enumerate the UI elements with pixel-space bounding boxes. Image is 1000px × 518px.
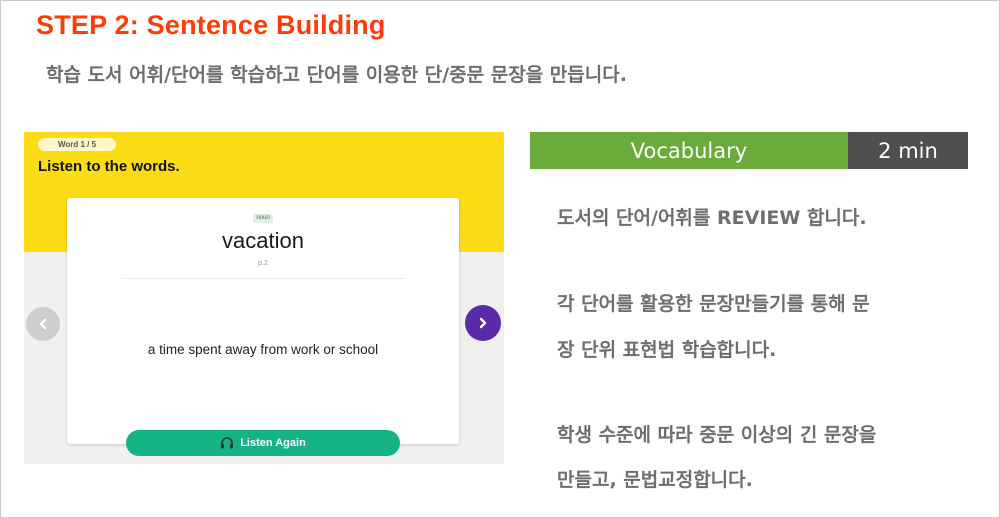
description-line: 학생 수준에 따라 중문 이상의 긴 문장을 bbox=[557, 424, 877, 446]
chevron-right-icon bbox=[477, 314, 489, 333]
vocabulary-label-bar: Vocabulary bbox=[530, 132, 848, 169]
description-line: 도서의 단어/어휘를 REVIEW 합니다. bbox=[557, 207, 867, 229]
flashcard-screenshot: Word 1 / 5 Listen to the words. noun vac… bbox=[24, 132, 504, 464]
page-reference: p.2 bbox=[258, 260, 268, 267]
word-definition: a time spent away from work or school bbox=[147, 342, 379, 357]
listen-again-button[interactable]: Listen Again bbox=[126, 430, 400, 456]
flashcard: noun vacation p.2 a time spent away from… bbox=[67, 198, 459, 444]
word-counter-badge: Word 1 / 5 bbox=[38, 138, 116, 151]
instruction-text: Listen to the words. bbox=[38, 158, 180, 175]
description-line: 각 단어를 활용한 문장만들기를 통해 문 bbox=[557, 293, 870, 315]
headphones-icon bbox=[220, 437, 234, 449]
flashcard-word: vacation bbox=[222, 228, 304, 253]
duration-badge: 2 min bbox=[848, 132, 968, 169]
description-line: 장 단위 표현법 학습합니다. bbox=[557, 339, 777, 361]
step-subtitle: 학습 도서 어휘/단어를 학습하고 단어를 이용한 단/중문 문장을 만듭니다. bbox=[46, 64, 627, 86]
previous-word-button[interactable] bbox=[26, 307, 60, 341]
chevron-left-icon bbox=[37, 315, 49, 334]
card-divider bbox=[121, 278, 405, 279]
next-word-button[interactable] bbox=[465, 305, 501, 341]
part-of-speech-tag: noun bbox=[253, 214, 273, 223]
description-line: 만들고, 문법교정합니다. bbox=[557, 469, 753, 491]
step-title: STEP 2: Sentence Building bbox=[36, 10, 386, 40]
listen-again-label: Listen Again bbox=[240, 437, 306, 449]
